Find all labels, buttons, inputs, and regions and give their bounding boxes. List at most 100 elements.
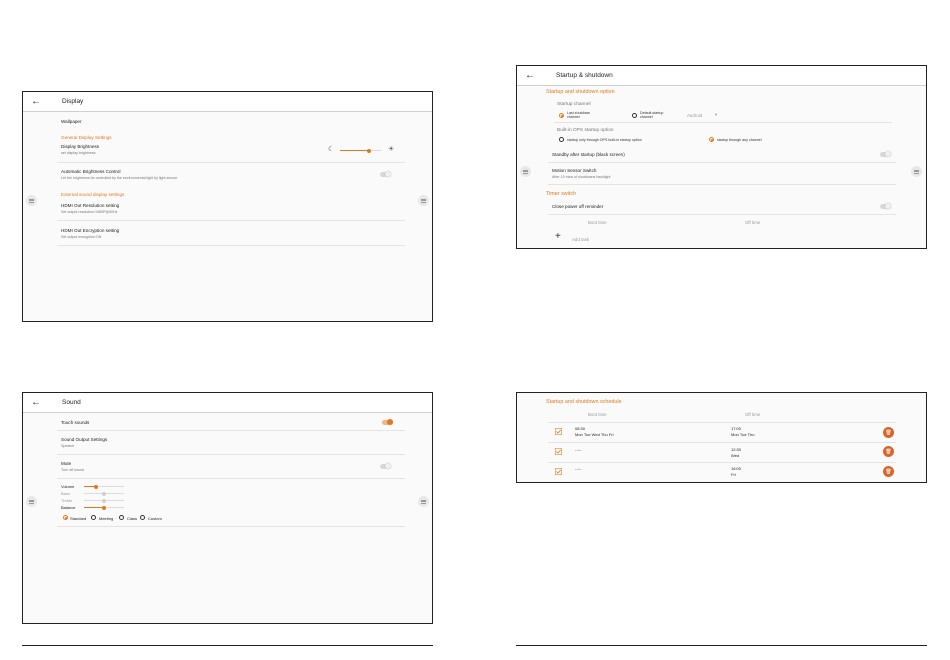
hdmi-resolution-title[interactable]: HDMI Out Resolution setting (61, 203, 119, 208)
row1-boot-time: 08:30 (575, 426, 586, 431)
auto-brightness-toggle[interactable] (380, 171, 391, 177)
wallpaper-item[interactable]: Wallpaper (61, 119, 82, 124)
standby-toggle[interactable] (880, 151, 891, 157)
hdmi-resolution-sub: Set output resolution:1080P@60Hz (61, 210, 118, 214)
ops-only-label: startup only through OPS built-in startu… (567, 138, 642, 142)
add-task-button[interactable]: Add task (572, 237, 589, 242)
boot-time-header: Boot time (588, 220, 607, 225)
checkbox-icon[interactable] (555, 468, 562, 475)
back-arrow-icon[interactable]: ← (31, 96, 43, 107)
drag-handle-icon[interactable] (26, 496, 37, 507)
drag-handle-icon[interactable] (418, 195, 429, 206)
treble-knob (102, 498, 106, 503)
row2-boot-time: --:-- (575, 447, 582, 452)
brightness-slider[interactable] (340, 148, 382, 153)
android-select[interactable]: Android (687, 113, 702, 118)
startup-header: ← Startup & shutdown (517, 66, 926, 86)
checkbox-icon[interactable] (555, 448, 562, 455)
display-header: ← Display (23, 92, 432, 112)
checkbox-icon[interactable] (555, 428, 562, 435)
mode-custom-label: Custom (148, 516, 162, 521)
default-channel-radio[interactable] (632, 113, 637, 118)
motion-sensor-title[interactable]: Motion Sensor Switch (552, 168, 596, 173)
close-reminder-toggle[interactable] (880, 203, 891, 209)
motion-sensor-sub: After 15 mins of shutdowns backlight (552, 175, 611, 179)
mode-standard-radio[interactable] (63, 515, 68, 520)
volume-slider[interactable] (84, 484, 124, 489)
hdmi-encryption-sub: Set output encryption:ON (61, 235, 102, 239)
sound-output-title[interactable]: Sound Output Settings (61, 437, 107, 442)
brightness-sub: set display brightness (61, 151, 96, 155)
row1-boot-days: Mon Tue Wed Thu Fri (575, 432, 614, 437)
trash-icon[interactable]: 🗑 (883, 466, 894, 477)
default-channel-label: Default startup channel (640, 111, 664, 119)
mode-class-radio[interactable] (119, 515, 124, 520)
sun-icon: ☀ (388, 146, 395, 153)
last-channel-label: Last shutdown channel (567, 111, 591, 119)
touch-sounds-label: Touch sounds (61, 420, 90, 425)
mute-sub: Turn off sound (61, 468, 84, 472)
timer-switch-section: Timer switch (546, 191, 577, 197)
startup-panel: ← Startup & shutdown Startup and shutdow… (516, 65, 927, 249)
ops-only-radio[interactable] (559, 137, 564, 142)
schedule-panel: Startup and shutdown schedule Boot time … (516, 392, 927, 483)
last-channel-radio[interactable] (559, 113, 564, 118)
auto-brightness-sub: Let the brightness be controlled by the … (61, 176, 178, 180)
mute-toggle[interactable] (380, 463, 391, 469)
ops-any-label: startup through any channel (717, 138, 762, 142)
mute-title: Mute (61, 461, 72, 466)
mode-class-label: Class (127, 516, 138, 521)
off-time-header: Off time (745, 220, 761, 225)
general-display-section: General Display Settings (61, 135, 112, 140)
treble-slider (84, 498, 124, 503)
sound-header: ← Sound (23, 393, 432, 413)
trash-icon[interactable]: 🗑 (883, 446, 894, 457)
bass-slider (84, 491, 124, 496)
ops-any-radio[interactable] (709, 137, 714, 142)
back-arrow-icon[interactable]: ← (525, 70, 537, 81)
brightness-knob[interactable] (366, 148, 371, 153)
mode-meeting-label: Meeting (99, 516, 114, 521)
schedule-off-header: Off time (745, 412, 761, 417)
schedule-section: Startup and shutdown schedule (546, 399, 622, 405)
startup-option-section: Startup and shutdown option (546, 89, 615, 95)
drag-handle-icon[interactable] (418, 496, 429, 507)
close-reminder-label: Close power off reminder (552, 204, 604, 209)
page-title: Display (62, 98, 84, 105)
bottom-rule-right (516, 645, 927, 646)
chevron-down-icon: ▼ (714, 112, 718, 117)
moon-icon: ☾ (328, 146, 335, 153)
bass-knob (102, 491, 106, 496)
sound-output-sub: Speaker (61, 444, 75, 448)
row1-off-days: Mon Tue Thu (731, 432, 755, 437)
drag-handle-icon[interactable] (520, 166, 531, 177)
balance-slider[interactable] (84, 505, 124, 510)
mode-standard-label: Standard (70, 516, 87, 521)
standby-label: Standby after startup (black screen) (552, 152, 625, 157)
drag-handle-icon[interactable] (911, 166, 922, 177)
ops-option-label: Built-in OPS startup option (557, 128, 614, 133)
plus-icon[interactable]: + (555, 232, 561, 242)
auto-brightness-title: Automatic Brightness Control (61, 169, 121, 174)
bass-label: Bass (61, 491, 70, 496)
row2-off-time: 12:30 (731, 447, 742, 452)
back-arrow-icon[interactable]: ← (31, 397, 43, 408)
page-title: Sound (62, 399, 81, 406)
trash-icon[interactable]: 🗑 (883, 427, 894, 438)
touch-sounds-toggle[interactable] (382, 419, 393, 425)
row3-off-days: Fri (731, 472, 736, 477)
mode-meeting-radio[interactable] (91, 515, 96, 520)
hdmi-encryption-title[interactable]: HDMI Out Encryption setting (61, 228, 119, 233)
bottom-rule-left (22, 645, 433, 646)
treble-label: Treble (61, 498, 73, 503)
row1-off-time: 17:00 (731, 426, 742, 431)
external-display-section: External sound display settings (61, 192, 125, 197)
mode-custom-radio[interactable] (140, 515, 145, 520)
row3-boot-time: --:-- (575, 466, 582, 471)
page-title: Startup & shutdown (556, 72, 613, 79)
display-panel: ← Display Wallpaper General Display Sett… (22, 91, 433, 322)
drag-handle-icon[interactable] (26, 195, 37, 206)
volume-knob[interactable] (94, 484, 98, 489)
balance-knob[interactable] (102, 505, 106, 510)
schedule-boot-header: Boot time (588, 412, 607, 417)
